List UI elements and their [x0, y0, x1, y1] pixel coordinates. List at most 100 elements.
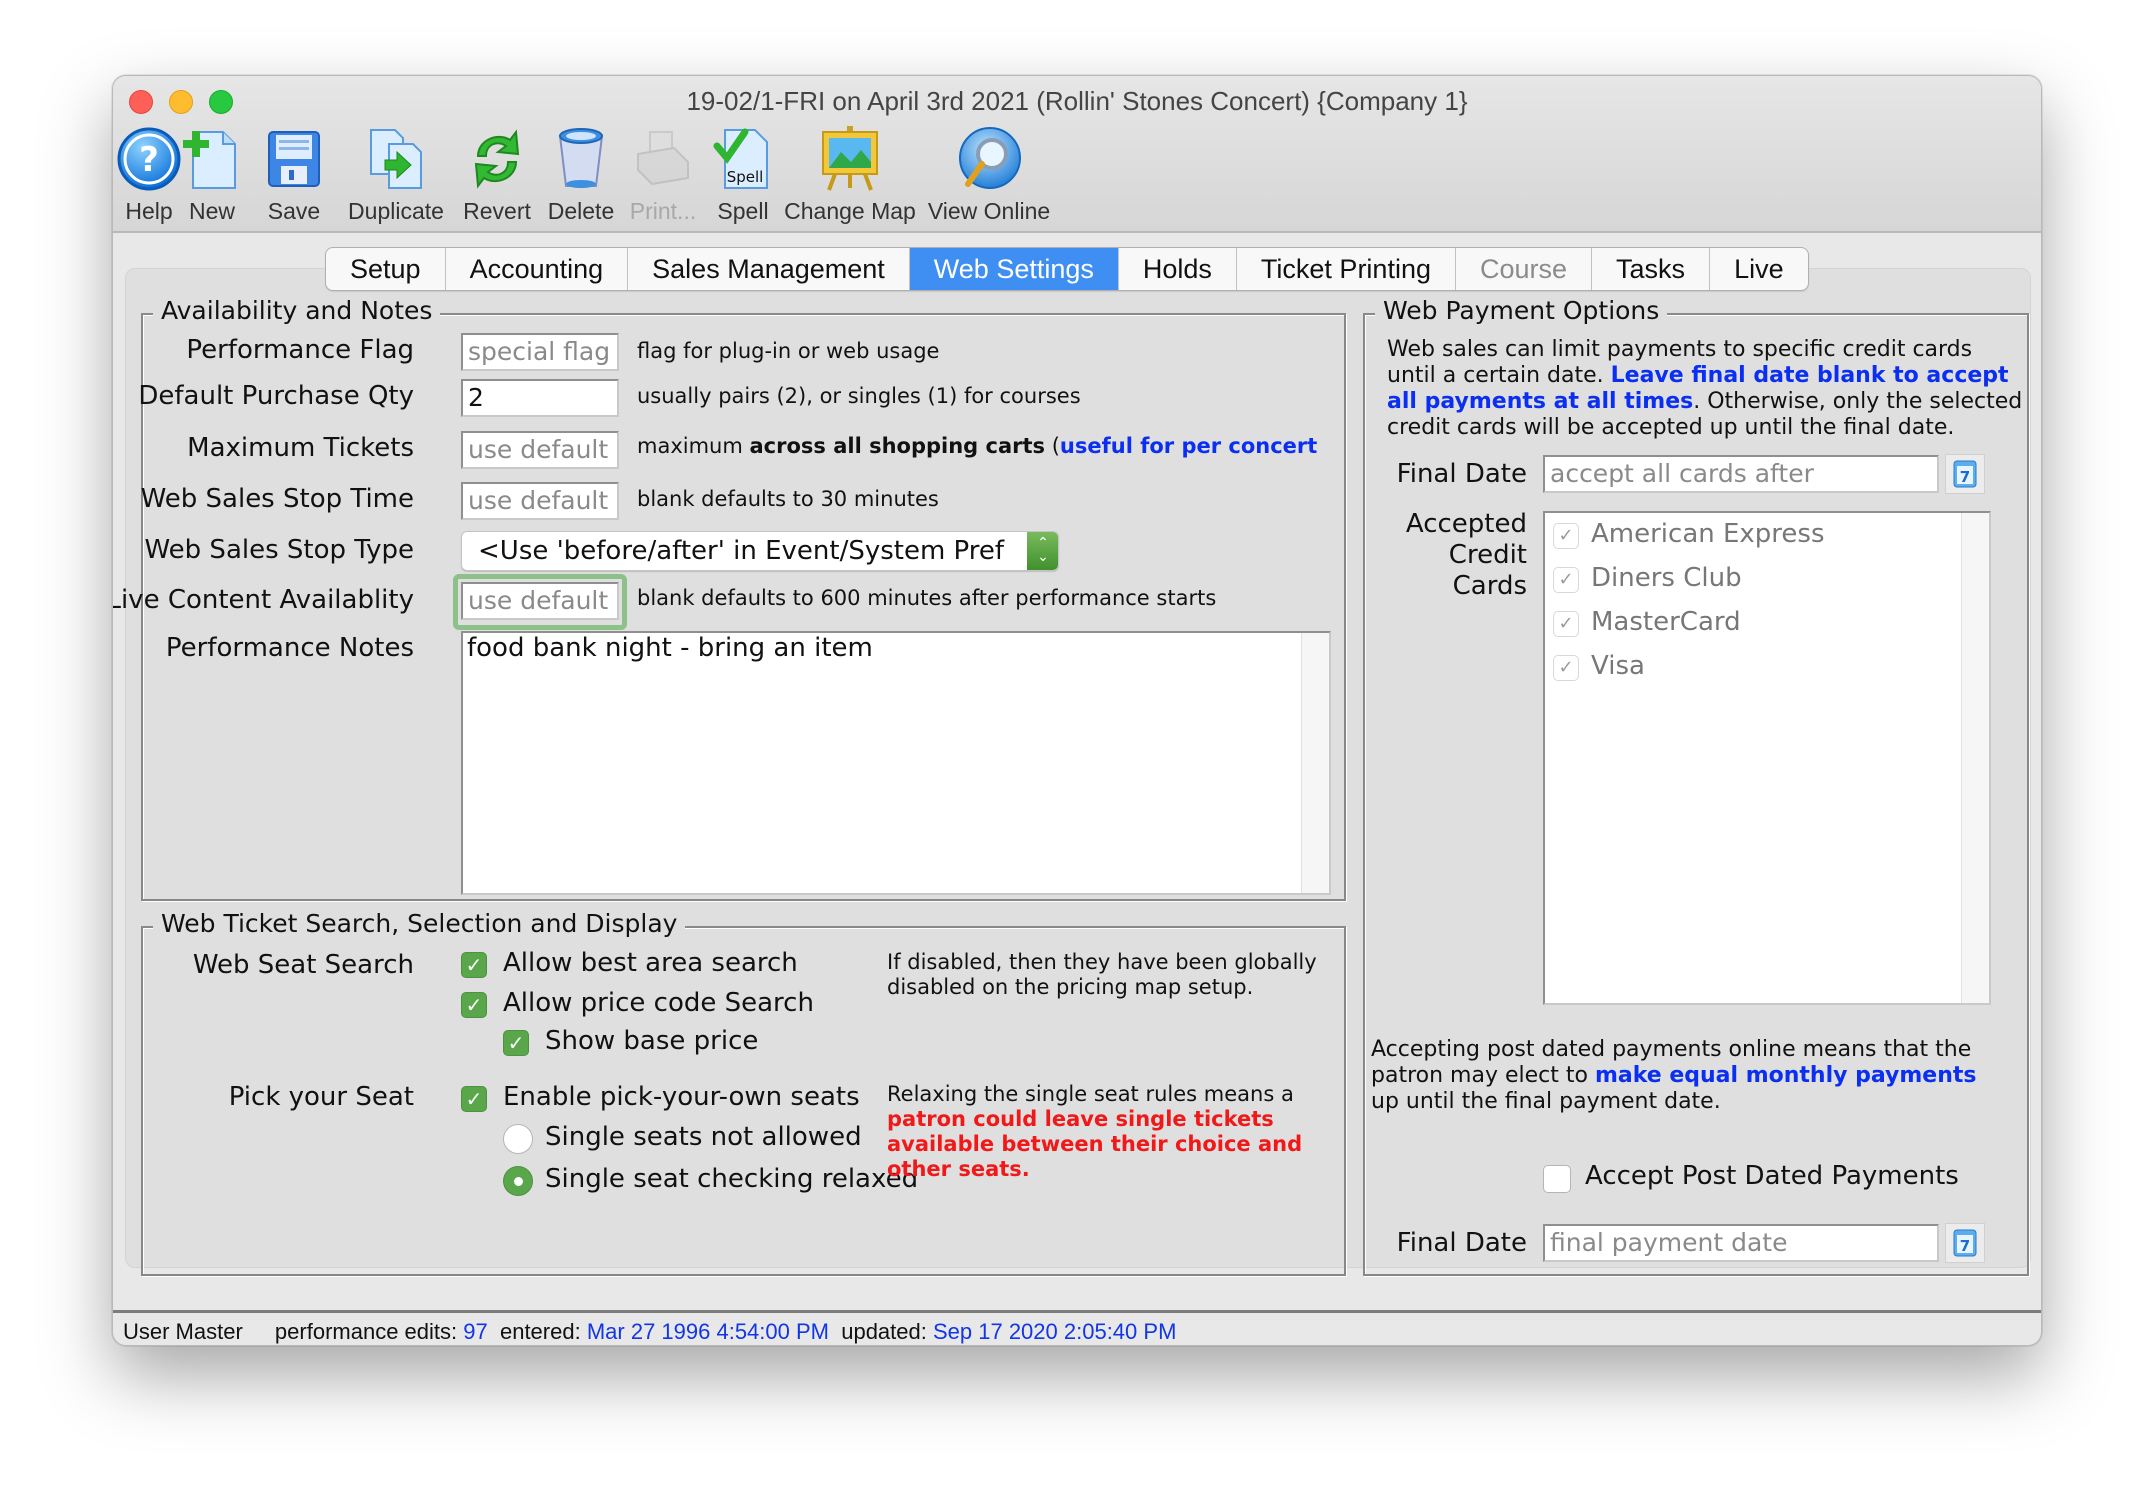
svg-text:Spell: Spell [727, 168, 764, 186]
svg-text:?: ? [139, 140, 159, 180]
american-express-label: American Express [1591, 519, 1825, 549]
allow-best-area-checkbox[interactable]: ✓ [461, 952, 487, 978]
revert-button[interactable]: Revert [459, 126, 535, 225]
status-user: User Master [123, 1319, 243, 1344]
tab-accounting[interactable]: Accounting [446, 248, 629, 290]
new-button[interactable]: New [177, 126, 247, 225]
status-entered-label: entered: [499, 1319, 581, 1344]
card-final-date-calendar-button[interactable]: 7 [1945, 454, 1985, 494]
show-base-price-label: Show base price [545, 1026, 759, 1056]
tab-setup[interactable]: Setup [326, 248, 446, 290]
performance-flag-input[interactable]: special flag [461, 333, 619, 371]
allow-price-code-checkbox[interactable]: ✓ [461, 992, 487, 1018]
single-seats-not-allowed-radio[interactable] [503, 1124, 533, 1154]
single-seat-relaxed-label: Single seat checking relaxed [545, 1164, 919, 1194]
card-final-date-label: Final Date [1396, 459, 1527, 489]
accept-post-dated-checkbox[interactable] [1543, 1165, 1571, 1193]
final-payment-date-input[interactable]: final payment date [1543, 1224, 1939, 1262]
relax-single-seat-note: Relaxing the single seat rules means a p… [887, 1082, 1303, 1181]
web-payment-options-group: Web Payment Options Web sales can limit … [1363, 296, 2029, 1276]
show-base-price-checkbox[interactable]: ✓ [503, 1030, 529, 1056]
performance-notes-textarea[interactable]: food bank night - bring an item [461, 631, 1331, 895]
web-sales-stop-time-label: Web Sales Stop Time [140, 484, 414, 514]
accepted-credit-cards-label: Accepted Credit Cards [1405, 509, 1527, 601]
per-concert-link[interactable]: useful for per concert [1060, 434, 1317, 458]
enable-pick-own-label: Enable pick-your-own seats [503, 1082, 860, 1112]
status-updated-label: updated: [841, 1319, 927, 1344]
default-purchase-qty-hint: usually pairs (2), or singles (1) for co… [637, 384, 1081, 408]
mastercard-checkbox[interactable]: ✓ [1553, 611, 1579, 637]
diners-club-label: Diners Club [1591, 563, 1742, 593]
card-final-date-input[interactable]: accept all cards after [1543, 455, 1939, 493]
search-disabled-note: If disabled, then they have been globall… [887, 950, 1317, 999]
live-content-availability-input[interactable]: use default [461, 582, 619, 620]
web-sales-stop-type-select[interactable]: <Use 'before/after' in Event/System Pref… [461, 531, 1059, 571]
accept-post-dated-label: Accept Post Dated Payments [1585, 1161, 1959, 1191]
web-sales-stop-time-input[interactable]: use default [461, 482, 619, 520]
web-sales-stop-type-label: Web Sales Stop Type [144, 535, 414, 565]
credit-cards-listbox[interactable]: ✓ American Express ✓ Diners Club ✓ Maste… [1543, 511, 1991, 1005]
performance-notes-label: Performance Notes [165, 633, 414, 663]
maximum-tickets-hint: maximum across all shopping carts (usefu… [637, 434, 1318, 458]
tab-course[interactable]: Course [1456, 248, 1593, 290]
pick-your-seat-label: Pick your Seat [228, 1082, 414, 1112]
visa-checkbox[interactable]: ✓ [1553, 655, 1579, 681]
spell-check-icon: Spell [711, 126, 777, 192]
visa-label: Visa [1591, 651, 1645, 681]
tab-ticket-printing[interactable]: Ticket Printing [1237, 248, 1456, 290]
availability-notes-title: Availability and Notes [153, 296, 441, 325]
calendar-icon: 7 [1953, 460, 1977, 488]
single-seats-not-allowed-label: Single seats not allowed [545, 1122, 862, 1152]
spell-button[interactable]: Spell Spell [711, 126, 775, 225]
single-seat-relaxed-radio[interactable] [503, 1166, 533, 1196]
app-window: 19-02/1-FRI on April 3rd 2021 (Rollin' S… [112, 75, 2042, 1346]
performance-flag-label: Performance Flag [186, 335, 414, 365]
mastercard-label: MasterCard [1591, 607, 1741, 637]
tab-web-settings[interactable]: Web Settings [909, 248, 1119, 290]
final-payment-date-label: Final Date [1396, 1228, 1527, 1258]
svg-text:7: 7 [1960, 1237, 1970, 1255]
title-bar: 19-02/1-FRI on April 3rd 2021 (Rollin' S… [113, 76, 2041, 233]
delete-button[interactable]: Delete [545, 126, 617, 225]
duplicate-button[interactable]: Duplicate [339, 126, 453, 225]
availability-notes-group: Availability and Notes Performance Flag … [113, 296, 1346, 901]
revert-icon [464, 126, 530, 192]
allow-price-code-label: Allow price code Search [503, 988, 814, 1018]
new-document-icon [179, 126, 245, 192]
status-edits-value: 97 [463, 1319, 488, 1344]
trash-icon [548, 126, 614, 192]
map-easel-icon [817, 126, 883, 192]
default-purchase-qty-label: Default Purchase Qty [138, 381, 414, 411]
cards-scrollbar[interactable] [1961, 513, 1989, 1003]
live-content-availability-hint: blank defaults to 600 minutes after perf… [637, 586, 1217, 610]
tab-live[interactable]: Live [1710, 248, 1808, 290]
status-updated-value: Sep 17 2020 2:05:40 PM [932, 1319, 1177, 1344]
american-express-checkbox[interactable]: ✓ [1553, 523, 1579, 549]
save-icon [261, 126, 327, 192]
save-button[interactable]: Save [255, 126, 333, 225]
tab-bar: Setup Accounting Sales Management Web Se… [325, 247, 1809, 291]
help-icon: ? [116, 126, 182, 192]
final-payment-date-calendar-button[interactable]: 7 [1945, 1223, 1985, 1263]
card-limit-note: Web sales can limit payments to specific… [1387, 337, 2023, 440]
web-seat-search-label: Web Seat Search [192, 950, 414, 980]
printer-icon [630, 126, 696, 192]
view-online-button[interactable]: View Online [925, 126, 1053, 225]
notes-scrollbar[interactable] [1301, 633, 1329, 893]
tab-tasks[interactable]: Tasks [1592, 248, 1711, 290]
print-button[interactable]: Print... [623, 126, 703, 225]
tab-sales-management[interactable]: Sales Management [628, 248, 910, 290]
tab-holds[interactable]: Holds [1119, 248, 1237, 290]
web-sales-stop-time-hint: blank defaults to 30 minutes [637, 487, 939, 511]
maximum-tickets-label: Maximum Tickets [187, 433, 414, 463]
web-ticket-search-group: Web Ticket Search, Selection and Display… [141, 909, 1346, 1276]
duplicate-icon [363, 126, 429, 192]
window-title: 19-02/1-FRI on April 3rd 2021 (Rollin' S… [686, 86, 1468, 116]
maximum-tickets-input[interactable]: use default [461, 431, 619, 469]
svg-text:7: 7 [1960, 468, 1970, 486]
diners-club-checkbox[interactable]: ✓ [1553, 567, 1579, 593]
web-payment-options-title: Web Payment Options [1375, 296, 1668, 325]
default-purchase-qty-input[interactable]: 2 [461, 379, 619, 417]
change-map-button[interactable]: Change Map [783, 126, 917, 225]
enable-pick-own-checkbox[interactable]: ✓ [461, 1086, 487, 1112]
